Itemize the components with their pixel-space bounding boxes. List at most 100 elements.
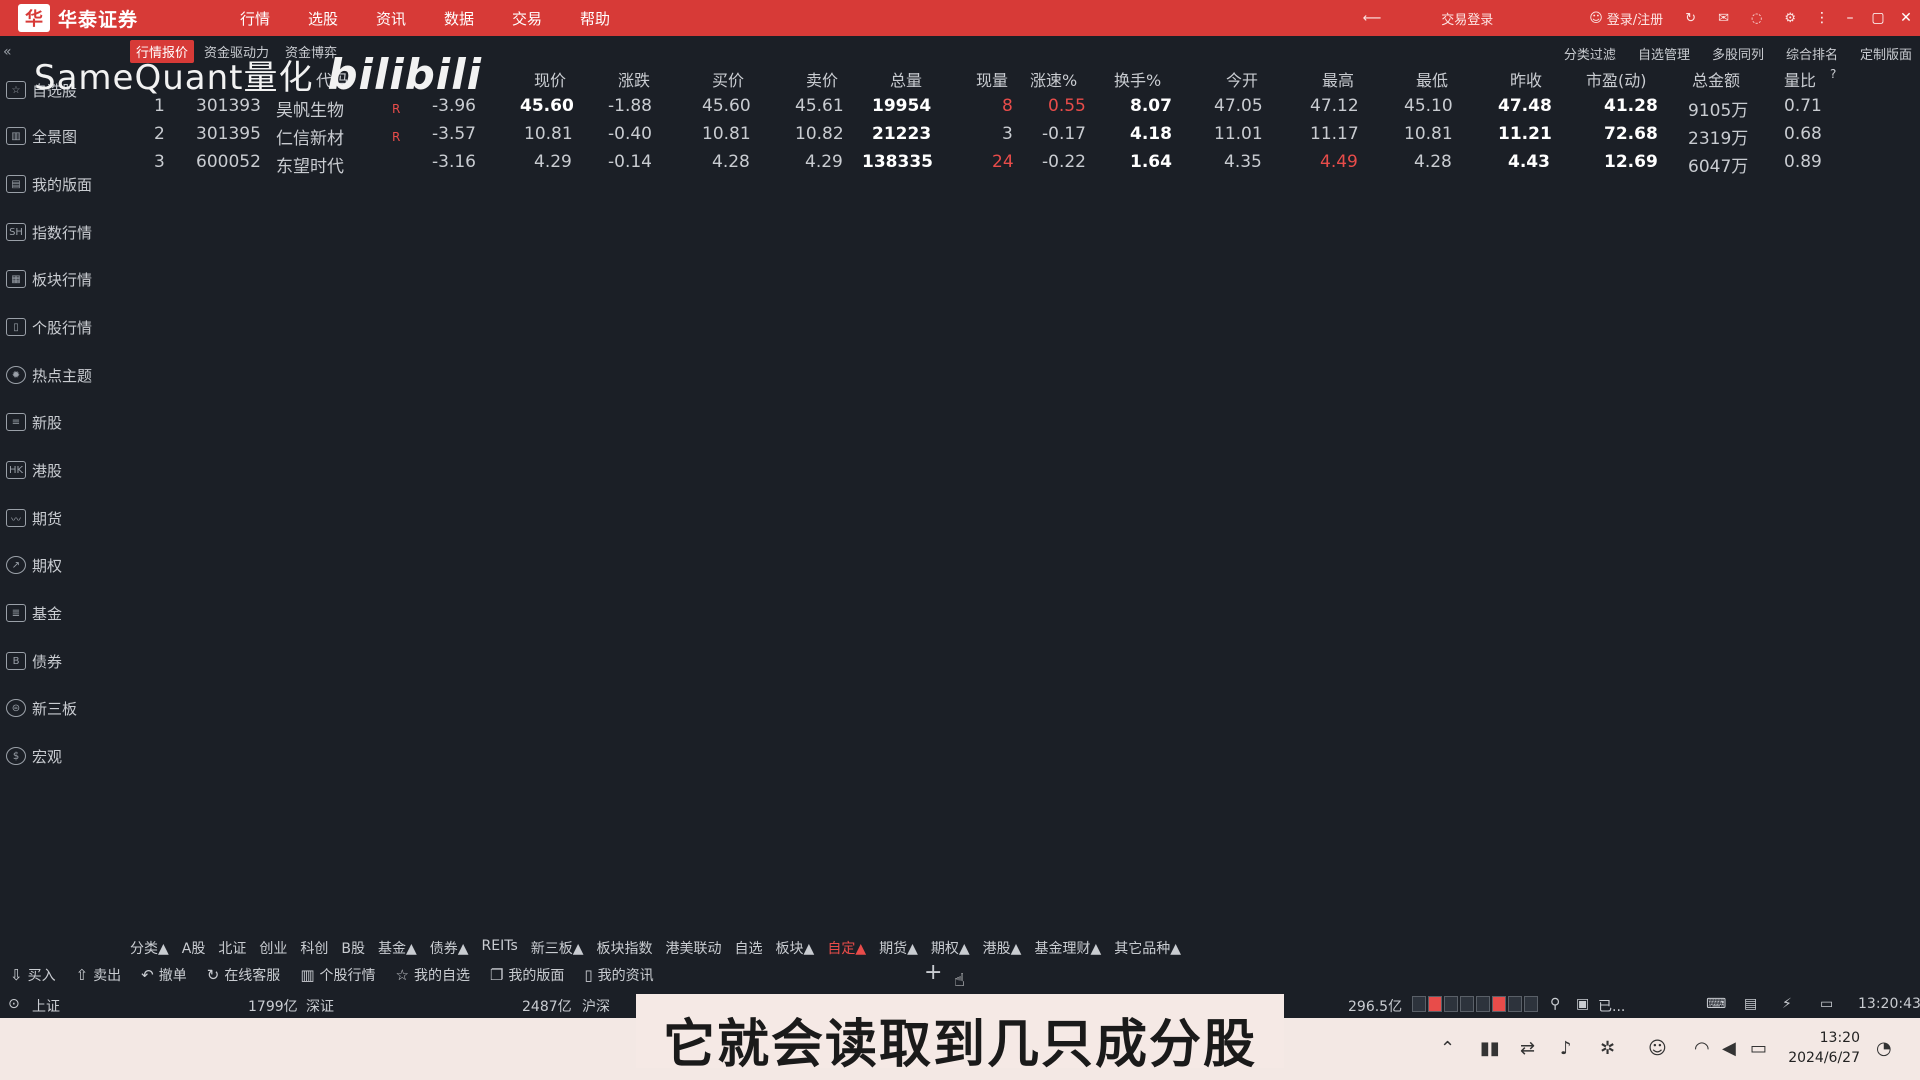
menu-data[interactable]: 数据 — [444, 8, 512, 29]
sell-button[interactable]: ⇧ 卖出 — [76, 965, 122, 985]
index-name[interactable]: 上证 — [32, 996, 60, 1016]
wifi-icon[interactable]: ◠ — [1694, 1038, 1710, 1059]
tab-futures[interactable]: 期货▲ — [879, 938, 918, 958]
col-volume-ratio[interactable]: 量比 — [1784, 67, 1816, 91]
tab-a-share[interactable]: A股 — [182, 938, 206, 958]
settings-icon[interactable]: ⚙ — [1784, 11, 1796, 26]
tab-b-share[interactable]: B股 — [341, 938, 365, 958]
help-icon[interactable]: ? — [1830, 67, 1836, 81]
col-change[interactable]: 涨跌 — [618, 67, 650, 91]
tab-board-index[interactable]: 板块指数 — [597, 938, 653, 958]
tab-watchlist[interactable]: 自选 — [735, 938, 763, 958]
cancel-order-button[interactable]: ↶ 撤单 — [141, 965, 187, 985]
monitor-icon[interactable]: ▤ — [1744, 996, 1757, 1012]
refresh-icon[interactable]: ↻ — [1685, 11, 1696, 26]
app-tray-icon[interactable]: ▮▮ — [1480, 1038, 1500, 1059]
tray-settings-icon[interactable]: ✲ — [1600, 1038, 1615, 1059]
chevron-up-icon[interactable]: ⌃ — [1440, 1038, 1455, 1059]
sync-icon[interactable]: ⇄ — [1520, 1038, 1535, 1059]
sidebar-item-panorama[interactable]: ▥ 全景图 — [6, 124, 77, 148]
menu-trade[interactable]: 交易 — [512, 8, 580, 29]
table-row[interactable]: 2 301395 仁信新材 R -3.57 10.81 -0.40 10.81 … — [130, 122, 1920, 150]
battery-icon[interactable]: ▭ — [1750, 1038, 1767, 1059]
sidebar-item-my-layout[interactable]: ▤ 我的版面 — [6, 172, 92, 196]
tab-reits[interactable]: REITs — [482, 938, 518, 958]
tab-custom[interactable]: 自定▲ — [827, 938, 866, 958]
custom-layout-button[interactable]: 定制版面 — [1860, 44, 1912, 63]
col-current-volume[interactable]: 现量 — [976, 67, 1008, 91]
stock-quote-button[interactable]: ▥ 个股行情 — [300, 965, 375, 985]
tab-hk-us[interactable]: 港美联动 — [666, 938, 722, 958]
tab-category[interactable]: 分类▲ — [130, 938, 169, 958]
tab-bse[interactable]: 北证 — [218, 938, 246, 958]
sidebar-item-futures[interactable]: 〰期货 — [6, 506, 62, 530]
login-register-link[interactable]: 登录/注册 — [1607, 9, 1663, 28]
sidebar-item-index[interactable]: SH 指数行情 — [6, 220, 92, 244]
mic-icon[interactable]: ♪ — [1560, 1038, 1572, 1059]
buy-button[interactable]: ⇩ 买入 — [10, 965, 56, 985]
close-button[interactable]: ✕ — [1892, 10, 1920, 26]
sidebar-item-macro[interactable]: $ 宏观 — [6, 744, 62, 768]
tab-bond[interactable]: 债券▲ — [430, 938, 469, 958]
minimize-button[interactable]: – — [1836, 10, 1864, 26]
col-bid[interactable]: 买价 — [712, 67, 744, 91]
tab-wealth[interactable]: 基金理财▲ — [1034, 938, 1101, 958]
ranking-button[interactable]: 综合排名 — [1786, 44, 1838, 63]
sidebar-item-ipo[interactable]: ≡ 新股 — [6, 410, 62, 434]
col-ask[interactable]: 卖价 — [806, 67, 838, 91]
sidebar-item-hk[interactable]: HK 港股 — [6, 458, 62, 482]
tab-chinext[interactable]: 创业 — [259, 938, 287, 958]
user-icon[interactable]: ☺ — [1589, 11, 1603, 26]
sidebar-item-options[interactable]: ↗ 期权 — [6, 553, 62, 577]
volume-icon[interactable]: ◀ — [1722, 1038, 1736, 1059]
notification-icon[interactable]: ◔ — [1876, 1038, 1892, 1059]
sidebar-item-stock[interactable]: ▯ 个股行情 — [6, 315, 92, 339]
my-layout-button[interactable]: ❐ 我的版面 — [490, 965, 564, 985]
col-volume[interactable]: 总量 — [890, 67, 922, 91]
table-row[interactable]: 3 600052 东望时代 -3.16 4.29 -0.14 4.28 4.29… — [130, 150, 1920, 178]
connection-icon[interactable]: ⚡ — [1782, 996, 1792, 1012]
tab-options[interactable]: 期权▲ — [931, 938, 970, 958]
more-icon[interactable]: ⋮ — [1808, 10, 1836, 26]
col-price[interactable]: 现价 — [534, 67, 566, 91]
menu-help[interactable]: 帮助 — [580, 8, 648, 29]
sidebar-item-fund[interactable]: ≣ 基金 — [6, 601, 62, 625]
add-icon[interactable]: + — [924, 960, 942, 985]
mail-icon[interactable]: ✉ — [1718, 11, 1729, 26]
col-speed[interactable]: 涨速% — [1030, 67, 1077, 91]
menu-screen[interactable]: 选股 — [308, 8, 376, 29]
col-low[interactable]: 最低 — [1416, 67, 1448, 91]
tab-fund[interactable]: 基金▲ — [378, 938, 417, 958]
keyboard-icon[interactable]: ⌨ — [1706, 996, 1726, 1012]
my-watchlist-button[interactable]: ☆ 我的自选 — [396, 965, 470, 985]
back-icon[interactable]: ⟵ — [1363, 11, 1382, 26]
multi-stock-button[interactable]: 多股同列 — [1712, 44, 1764, 63]
col-pe[interactable]: 市盈(动) — [1586, 67, 1647, 91]
tab-star[interactable]: 科创 — [300, 938, 328, 958]
tab-other[interactable]: 其它品种▲ — [1114, 938, 1181, 958]
col-amount[interactable]: 总金额 — [1692, 67, 1740, 91]
sidebar-item-neeq[interactable]: ⊜ 新三板 — [6, 696, 77, 720]
filter-button[interactable]: 分类过滤 — [1564, 44, 1616, 63]
col-turnover[interactable]: 换手% — [1114, 67, 1161, 91]
collapse-sidebar-icon[interactable]: « — [3, 44, 12, 60]
tab-neeq[interactable]: 新三板▲ — [531, 938, 584, 958]
sidebar-item-board[interactable]: ▦ 板块行情 — [6, 267, 92, 291]
my-news-button[interactable]: ▯ 我的资讯 — [584, 965, 653, 985]
watchlist-manage-button[interactable]: 自选管理 — [1638, 44, 1690, 63]
skin-icon[interactable]: ◌ — [1751, 11, 1762, 26]
service-button[interactable]: ↻ 在线客服 — [207, 965, 281, 985]
maximize-button[interactable]: ▢ — [1864, 10, 1892, 26]
os-clock[interactable]: 13:20 2024/6/27 — [1788, 1028, 1860, 1068]
sidebar-item-hot[interactable]: ✹ 热点主题 — [6, 363, 92, 387]
col-high[interactable]: 最高 — [1322, 67, 1354, 91]
col-prev-close[interactable]: 昨收 — [1510, 67, 1542, 91]
tab-board[interactable]: 板块▲ — [776, 938, 815, 958]
camera-icon[interactable]: ▭ — [1820, 996, 1833, 1012]
trade-login-button[interactable]: 交易登录 — [1441, 9, 1493, 28]
menu-news[interactable]: 资讯 — [376, 8, 444, 29]
menu-quotes[interactable]: 行情 — [240, 8, 308, 29]
tab-hk[interactable]: 港股▲ — [983, 938, 1022, 958]
chat-icon[interactable]: ☺ — [1648, 1038, 1667, 1059]
sidebar-item-bond[interactable]: B 债券 — [6, 649, 62, 673]
